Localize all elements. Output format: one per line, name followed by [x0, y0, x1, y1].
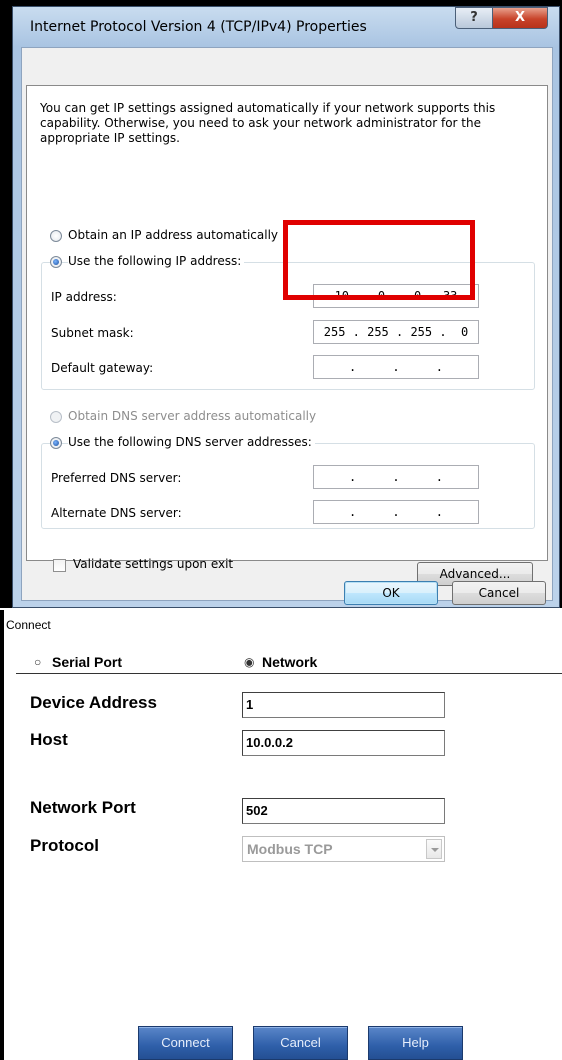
host-input[interactable]: 10.0.0.2 [242, 730, 445, 756]
subnet-mask-label: Subnet mask: [51, 326, 134, 340]
ip-address-input[interactable]: 10 . 0 . 0 . 33 [313, 284, 479, 308]
preferred-dns-label: Preferred DNS server: [51, 471, 182, 485]
default-gateway-label: Default gateway: [51, 361, 154, 375]
protocol-value: Modbus TCP [247, 841, 333, 857]
general-tab-panel: You can get IP settings assigned automat… [26, 85, 548, 586]
network-label: Network [262, 654, 318, 670]
dns-auto-label: Obtain DNS server address automatically [68, 409, 317, 423]
network-port-label: Network Port [30, 798, 136, 817]
chevron-down-icon[interactable] [426, 839, 442, 859]
network-port-input[interactable]: 502 [242, 798, 445, 824]
alternate-dns-label: Alternate DNS server: [51, 506, 182, 520]
dialog-title: Internet Protocol Version 4 (TCP/IPv4) P… [30, 19, 367, 35]
dns-manual-label: Use the following DNS server addresses: [68, 435, 315, 449]
serial-port-label: Serial Port [52, 654, 123, 670]
help-connect-button[interactable]: Help [368, 1026, 463, 1060]
protocol-select[interactable]: Modbus TCP [242, 836, 445, 862]
validate-label: Validate settings upon exit [73, 557, 234, 571]
protocol-label: Protocol [30, 836, 99, 855]
ipv4-properties-window: Internet Protocol Version 4 (TCP/IPv4) P… [0, 0, 562, 608]
alternate-dns-input[interactable]: . . . [313, 500, 479, 524]
device-address-input[interactable]: 1 [242, 692, 445, 718]
serial-port-radio[interactable]: ○ [34, 655, 41, 669]
validate-checkbox[interactable] [53, 559, 66, 572]
dns-manual-radio[interactable] [50, 437, 62, 449]
panel-left-border [0, 610, 4, 1060]
cancel-connect-button[interactable]: Cancel [253, 1026, 348, 1060]
ip-manual-radio[interactable] [50, 256, 62, 268]
ip-auto-label: Obtain an IP address automatically [68, 228, 279, 242]
host-label: Host [30, 730, 68, 749]
dns-auto-radio[interactable] [50, 411, 62, 423]
description-text: You can get IP settings assigned automat… [40, 101, 496, 145]
subnet-mask-input[interactable]: 255 . 255 . 255 . 0 [313, 320, 479, 344]
ip-auto-radio[interactable] [50, 230, 62, 242]
device-address-label: Device Address [30, 693, 157, 712]
help-button[interactable]: ? [455, 7, 493, 29]
preferred-dns-input[interactable]: . . . [313, 465, 479, 489]
ip-address-label: IP address: [51, 290, 117, 304]
cancel-button[interactable]: Cancel [452, 581, 546, 605]
connect-button[interactable]: Connect [138, 1026, 233, 1060]
ok-button[interactable]: OK [344, 581, 438, 605]
divider [16, 673, 562, 674]
connect-panel: Connect ○ Serial Port ◉ Network Device A… [0, 610, 562, 1060]
network-radio[interactable]: ◉ [244, 655, 254, 669]
dialog-frame: Internet Protocol Version 4 (TCP/IPv4) P… [12, 6, 560, 608]
ip-manual-label: Use the following IP address: [68, 254, 245, 268]
close-button[interactable]: X [492, 7, 548, 29]
dialog-client-area: You can get IP settings assigned automat… [21, 47, 553, 605]
default-gateway-input[interactable]: . . . [313, 355, 479, 379]
connect-title: Connect [6, 618, 51, 632]
